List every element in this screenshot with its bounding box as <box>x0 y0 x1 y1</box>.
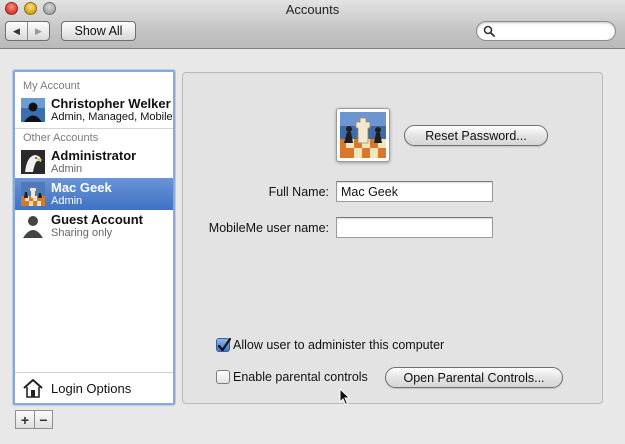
account-item-christopher-welker[interactable]: Christopher Welker Admin, Managed, Mobil… <box>15 94 173 126</box>
chess-icon <box>340 112 386 158</box>
account-detail-panel <box>182 72 603 404</box>
account-role: Admin, Managed, Mobile <box>51 111 173 123</box>
account-add-remove-control: + − <box>15 410 53 429</box>
login-options-label: Login Options <box>51 381 132 396</box>
person-silhouette-icon <box>21 98 45 122</box>
account-item-mac-geek[interactable]: Mac Geek Admin <box>15 178 173 210</box>
back-forward-control: ◀ ▶ <box>5 21 50 41</box>
account-role: Sharing only <box>51 227 113 239</box>
full-name-label: Full Name: <box>268 185 329 199</box>
window-title: Accounts <box>285 2 340 17</box>
parental-controls-checkbox[interactable] <box>216 370 230 384</box>
guest-silhouette-icon <box>23 216 43 238</box>
checkmark-icon <box>217 337 231 352</box>
login-options-item[interactable]: Login Options <box>15 372 173 403</box>
user-picture-well[interactable] <box>336 108 390 162</box>
divider <box>15 128 173 129</box>
full-name-field[interactable]: Mac Geek <box>336 181 493 202</box>
eagle-icon <box>21 150 45 174</box>
mobileme-username-field[interactable] <box>336 217 493 238</box>
add-account-button[interactable]: + <box>16 411 34 428</box>
remove-account-button[interactable]: − <box>34 411 52 428</box>
home-icon <box>23 379 43 398</box>
account-name: Guest Account <box>51 212 143 227</box>
allow-admin-checkbox[interactable] <box>216 337 231 352</box>
show-all-button[interactable]: Show All <box>61 21 136 41</box>
allow-admin-label: Allow user to administer this computer <box>233 338 445 352</box>
search-input[interactable] <box>497 24 609 38</box>
reset-password-button[interactable]: Reset Password... <box>404 125 548 146</box>
account-item-guest-account[interactable]: Guest Account Sharing only <box>15 210 173 242</box>
chess-icon <box>21 182 45 206</box>
other-accounts-header: Other Accounts <box>23 132 99 144</box>
account-name: Administrator <box>51 148 137 163</box>
search-field[interactable] <box>476 21 616 41</box>
account-name: Christopher Welker <box>51 96 171 111</box>
mobileme-label: MobileMe user name: <box>208 221 329 235</box>
accounts-list[interactable]: My Account Christopher Welker Admin, Man… <box>13 70 175 405</box>
back-button[interactable]: ◀ <box>6 22 27 40</box>
search-icon <box>483 25 495 37</box>
account-role: Admin <box>51 195 83 207</box>
forward-button[interactable]: ▶ <box>27 22 49 40</box>
account-role: Admin <box>51 163 83 175</box>
my-account-header: My Account <box>23 80 80 92</box>
parental-controls-label: Enable parental controls <box>233 370 368 384</box>
account-name: Mac Geek <box>51 180 112 195</box>
open-parental-controls-button[interactable]: Open Parental Controls... <box>385 367 563 388</box>
window-toolbar: Accounts ◀ ▶ Show All <box>0 0 625 49</box>
account-item-administrator[interactable]: Administrator Admin <box>15 146 173 178</box>
mouse-pointer-icon <box>339 388 351 406</box>
